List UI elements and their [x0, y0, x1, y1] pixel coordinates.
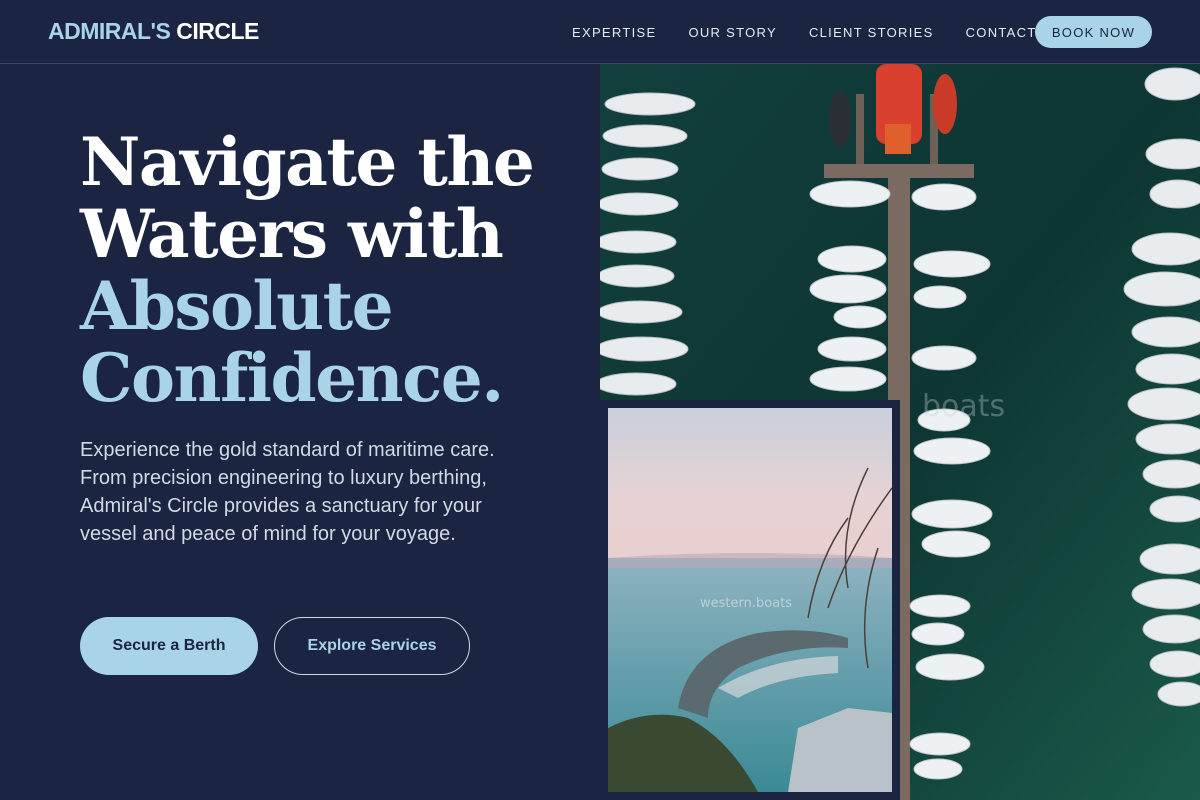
brand-logo-part1: ADMIRAL'S — [48, 18, 171, 44]
hero-headline: Navigate the Waters with Absolute Confid… — [80, 123, 535, 417]
nav-link-expertise[interactable]: EXPERTISE — [572, 25, 656, 40]
inset-watermark: western.boats — [700, 596, 792, 611]
coastal-harbor-image: western.boats — [608, 408, 892, 792]
main-nav: EXPERTISE OUR STORY CLIENT STORIES CONTA… — [572, 0, 1069, 64]
headline-line-3: Absolute — [80, 267, 394, 345]
brand-logo-part2: CIRCLE — [176, 18, 259, 44]
explore-services-button[interactable]: Explore Services — [274, 617, 470, 675]
brand-logo[interactable]: ADMIRAL'S CIRCLE — [48, 18, 259, 45]
nav-link-client-stories[interactable]: CLIENT STORIES — [809, 25, 934, 40]
marina-watermark: boats — [922, 389, 1005, 424]
book-now-button[interactable]: BOOK NOW — [1035, 16, 1152, 48]
site-header: ADMIRAL'S CIRCLE EXPERTISE OUR STORY CLI… — [0, 0, 1200, 64]
secure-berth-button[interactable]: Secure a Berth — [80, 617, 258, 675]
headline-line-2: Waters with — [80, 195, 504, 273]
nav-link-contact[interactable]: CONTACT — [966, 25, 1037, 40]
nav-link-our-story[interactable]: OUR STORY — [688, 25, 777, 40]
hero-lead-text: Experience the gold standard of maritime… — [80, 439, 495, 545]
headline-line-1: Navigate the — [80, 123, 535, 201]
headline-line-4: Confidence. — [80, 339, 504, 417]
